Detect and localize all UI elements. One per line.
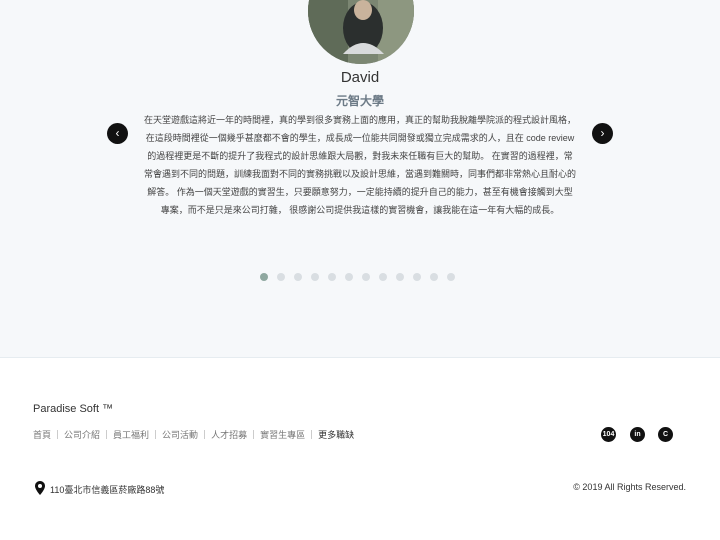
footer-link-home[interactable]: 首頁 [33, 428, 51, 441]
nav-separator [106, 430, 108, 439]
nav-separator [311, 430, 313, 439]
carousel-dot[interactable] [396, 273, 404, 281]
carousel-prev-button[interactable]: ‹ [107, 123, 128, 144]
nav-separator [253, 430, 255, 439]
carousel-dot[interactable] [277, 273, 285, 281]
carousel-dot[interactable] [345, 273, 353, 281]
footer-link-recruit[interactable]: 人才招募 [211, 428, 247, 441]
footer-link-about[interactable]: 公司介紹 [64, 428, 100, 441]
carousel-dot[interactable] [311, 273, 319, 281]
testimonial-photo [308, 0, 414, 64]
carousel-dot[interactable] [260, 273, 268, 281]
testimonial-section: David 元智大學 在天堂遊戲這將近一年的時間裡，真的學到很多實務上面的應用，… [0, 0, 720, 357]
carousel-next-button[interactable]: › [592, 123, 613, 144]
section-divider [0, 357, 720, 358]
footer-brand: Paradise Soft ™ [33, 403, 114, 415]
testimonial-name: David [340, 69, 380, 86]
carousel-dot[interactable] [362, 273, 370, 281]
nav-separator [155, 430, 157, 439]
carousel-dot[interactable] [328, 273, 336, 281]
testimonial-quote: 在天堂遊戲這將近一年的時間裡，真的學到很多實務上面的應用，真正的幫助我脫離學院派… [143, 115, 576, 216]
footer-link-intern[interactable]: 實習生專區 [260, 428, 305, 441]
carousel-dot[interactable] [413, 273, 421, 281]
104-icon[interactable]: 104 [601, 427, 616, 442]
nav-separator [204, 430, 206, 439]
footer-link-events[interactable]: 公司活動 [162, 428, 198, 441]
address-text: 110臺北市信義區菸廠路88號 [50, 484, 165, 495]
footer-link-benefits[interactable]: 員工福利 [113, 428, 149, 441]
carousel-dot[interactable] [447, 273, 455, 281]
copyright-text: © 2019 All Rights Reserved. [573, 482, 686, 492]
footer-address: 110臺北市信義區菸廠路88號 [35, 481, 164, 497]
testimonial-school: 元智大學 [335, 94, 384, 108]
carousel-dot[interactable] [379, 273, 387, 281]
nav-separator [57, 430, 59, 439]
linkedin-icon[interactable]: in [630, 427, 645, 442]
carousel-dot[interactable] [294, 273, 302, 281]
carousel-dot[interactable] [430, 273, 438, 281]
location-pin-icon [35, 481, 45, 497]
footer-link-more-jobs[interactable]: 更多職缺 [318, 428, 354, 441]
cakeresume-icon[interactable]: C [658, 427, 673, 442]
footer-nav: 首頁 公司介紹 員工福利 公司活動 人才招募 實習生專區 更多職缺 [33, 428, 354, 441]
